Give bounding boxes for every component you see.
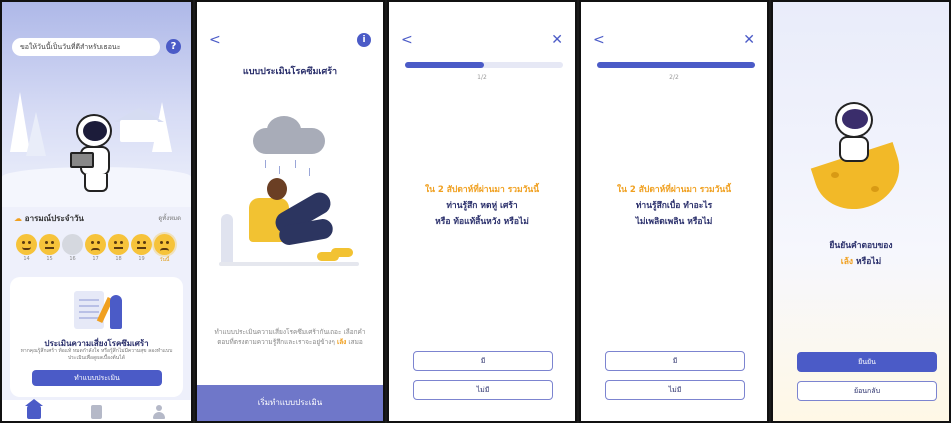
answer-no-button[interactable]: ไม่มี (605, 380, 745, 400)
answer-yes-button[interactable]: มี (413, 351, 553, 371)
back-chevron-icon[interactable]: < (401, 32, 413, 48)
progress-bar (597, 62, 755, 68)
page-title: แบบประเมินโรคซึมเศร้า (242, 67, 338, 77)
day-label: 19 (138, 256, 145, 262)
step-indicator: 2/2 (669, 74, 679, 81)
mood-face-empty[interactable] (62, 234, 83, 255)
question-icon[interactable]: ? (166, 39, 181, 54)
question-2-screen: < ✕ 2/2 ใน 2 สัปดาห์ที่ผ่านมา รวมวันนี้ … (579, 0, 769, 423)
bottom-tab-bar (2, 398, 191, 421)
mood-face-neutral[interactable] (108, 234, 129, 255)
mood-face-neutral[interactable] (131, 234, 152, 255)
start-assessment-button[interactable]: ทำแบบประเมิน (32, 370, 162, 386)
mood-face-happy[interactable] (16, 234, 37, 255)
sun-icon: ☁ (14, 214, 22, 223)
progress-bar (405, 62, 563, 68)
confirm-screen: ยืนยันคำตอบของ เล้ง หรือไม่ ยืนยัน ย้อนก… (771, 0, 951, 423)
home-icon[interactable] (25, 398, 43, 419)
step-indicator: 1/2 (477, 74, 487, 81)
mood-faces-row (16, 234, 181, 255)
question-text: ใน 2 สัปดาห์ที่ผ่านมา รวมวันนี้ ท่านรู้ส… (424, 185, 540, 227)
progress-fill (597, 62, 755, 68)
answer-no-button[interactable]: ไม่มี (413, 380, 553, 400)
back-chevron-icon[interactable]: < (209, 32, 221, 48)
answer-yes-button[interactable]: มี (605, 351, 745, 371)
greeting-bubble: ขอให้วันนี้เป็นวันที่ดีสำหรับเธอนะ (12, 38, 160, 56)
astronaut-with-laptop (66, 114, 124, 194)
close-icon[interactable]: ✕ (743, 32, 755, 48)
tree-icon (26, 112, 46, 156)
sad-person-illustration (215, 116, 365, 282)
confirm-question: ยืนยันคำตอบของ เล้ง หรือไม่ (829, 241, 893, 267)
mood-section-title: ☁ อารมณ์ประจำวัน (14, 214, 84, 223)
day-label: 17 (92, 256, 99, 262)
day-label: 14 (23, 256, 30, 262)
see-all-link[interactable]: ดูทั้งหมด (158, 213, 181, 223)
mood-face-today[interactable] (154, 234, 175, 255)
intro-description: ทำแบบประเมินความเสี่ยงโรคซึมเศร้ากันเถอะ… (214, 328, 366, 346)
mood-days-row: 14 15 16 17 18 19 วันนี้ (16, 256, 181, 264)
begin-assessment-button[interactable]: เริ่มทำแบบประเมิน (197, 385, 383, 421)
day-label-today: วันนี้ (159, 257, 170, 263)
mood-face-neutral[interactable] (39, 234, 60, 255)
astronaut-on-moon-illustration (810, 102, 911, 220)
progress-fill (405, 62, 484, 68)
document-icon[interactable] (91, 404, 102, 419)
assessment-card: ประเมินความเสี่ยงโรคซึมเศร้า หากคุณรู้สึ… (10, 277, 183, 397)
house-icon (120, 120, 158, 142)
info-icon[interactable]: i (357, 33, 371, 47)
assessment-card-description: หากคุณรู้สึกเศร้า ท้อแท้ หมดกำลังใจ หรือ… (20, 348, 173, 361)
day-label: 16 (69, 256, 76, 262)
day-label: 18 (115, 256, 122, 262)
question-1-screen: < ✕ 1/2 ใน 2 สัปดาห์ที่ผ่านมา รวมวันนี้ … (387, 0, 577, 423)
confirm-button[interactable]: ยืนยัน (797, 352, 937, 372)
mood-face-sad[interactable] (85, 234, 106, 255)
back-chevron-icon[interactable]: < (593, 32, 605, 48)
go-back-button[interactable]: ย้อนกลับ (797, 381, 937, 401)
profile-icon[interactable] (152, 404, 166, 419)
assessment-intro-screen: < i แบบประเมินโรคซึมเศร้า ทำแบบประเมินคว… (195, 0, 385, 423)
close-icon[interactable]: ✕ (551, 32, 563, 48)
day-label: 15 (46, 256, 53, 262)
assessment-illustration (64, 287, 128, 333)
home-screen: ขอให้วันนี้เป็นวันที่ดีสำหรับเธอนะ ? ☁ อ… (0, 0, 193, 423)
winter-hero-illustration: ขอให้วันนี้เป็นวันที่ดีสำหรับเธอนะ ? (2, 2, 191, 207)
question-text: ใน 2 สัปดาห์ที่ผ่านมา รวมวันนี้ ท่านรู้ส… (616, 185, 732, 227)
